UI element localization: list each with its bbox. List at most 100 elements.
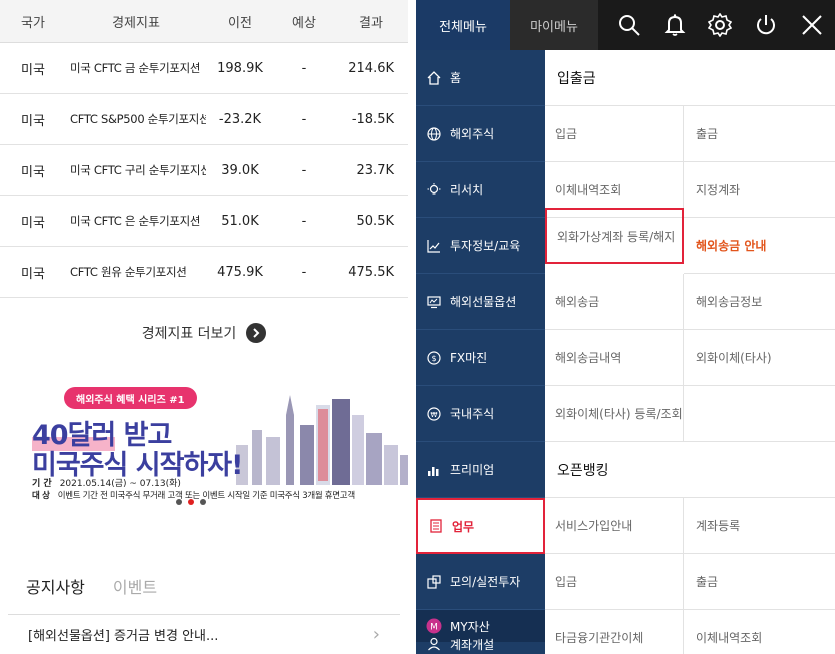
tab-notices[interactable]: 공지사항 (26, 574, 85, 598)
search-icon[interactable] (614, 10, 644, 40)
previous-cell: 198.9K (217, 60, 263, 76)
header-previous: 이전 (228, 15, 252, 31)
result-cell: 214.6K (348, 60, 394, 76)
svg-text:M: M (430, 623, 438, 633)
promo-banner[interactable]: 해외주식 혜택 시리즈 #1 40달러 받고 미국주식 시작하자! 기 간 202… (0, 375, 408, 535)
table-row[interactable]: 미국 미국 CFTC 은 순투기포지션 51.0K - 50.5K (0, 196, 408, 247)
tab-my-menu[interactable]: 마이메뉴 (510, 0, 598, 50)
target-label: 대 상 (32, 491, 50, 501)
sidebar-item-label: 리서치 (450, 183, 484, 197)
notice-tabs: 공지사항 이벤트 (0, 568, 408, 604)
indicator-cell: CFTC 원유 순투기포지션 (70, 265, 187, 279)
tab-events[interactable]: 이벤트 (113, 574, 157, 598)
menu-item-ob-transfer-history[interactable]: 이체내역조회 (684, 610, 835, 654)
menu-item-overseas-remit[interactable]: 해외송금 (545, 274, 684, 330)
section-title-deposit-withdraw: 입출금 (545, 50, 835, 106)
menu-topbar: 전체메뉴 마이메뉴 (416, 0, 835, 50)
country-cell: 미국 (21, 113, 45, 129)
economic-indicators-panel: 국가 경제지표 이전 예상 결과 미국 미국 CFTC 금 순투기포지션 198… (0, 0, 408, 654)
svg-text:₩: ₩ (431, 411, 438, 419)
table-row[interactable]: 미국 미국 CFTC 금 순투기포지션 198.9K - 214.6K (0, 43, 408, 94)
menu-item-designated-account[interactable]: 지정계좌 (684, 162, 835, 218)
sidebar-item-mock-investment[interactable]: 모의/실전투자 (416, 554, 545, 610)
carousel-dots (176, 499, 206, 505)
topbar-icons (606, 0, 835, 50)
previous-cell: 39.0K (221, 162, 259, 178)
notice-title: [해외선물옵션] 증거금 변경 안내... (28, 629, 219, 644)
more-indicators-link[interactable]: 경제지표 더보기 (0, 315, 408, 351)
menu-sidebar: 홈 해외주식 리서치 투자정보/교육 해외선물옵션 $ FX마진 ₩ 국내주식 … (416, 50, 545, 654)
table-row[interactable]: 미국 CFTC 원유 순투기포지션 475.9K - 475.5K (0, 247, 408, 298)
menu-item-overseas-remit-guide[interactable]: 해외송금 안내 (684, 218, 835, 274)
user-icon (426, 636, 442, 652)
country-cell: 미국 (21, 266, 45, 282)
result-cell: 475.5K (348, 264, 394, 280)
bulb-icon (426, 182, 442, 198)
sidebar-item-label: 프리미엄 (450, 463, 495, 477)
sidebar-item-overseas-futures[interactable]: 해외선물옵션 (416, 274, 545, 330)
indicator-cell: 미국 CFTC 금 순투기포지션 (70, 61, 201, 75)
header-result: 결과 (359, 15, 383, 31)
carousel-dot-active[interactable] (188, 499, 194, 505)
close-icon[interactable] (797, 10, 827, 40)
sidebar-item-business[interactable]: 업무 (416, 498, 545, 554)
monitor-icon (426, 294, 442, 310)
target-value: 이벤트 기간 전 미국주식 무거래 고객 또는 이벤트 시작일 기준 미국주식 … (57, 491, 355, 501)
indicator-table-header: 국가 경제지표 이전 예상 결과 (0, 0, 408, 43)
sidebar-item-investment-info[interactable]: 투자정보/교육 (416, 218, 545, 274)
sidebar-item-open-account[interactable]: 계좌개설 (416, 634, 545, 654)
sidebar-item-fx-margin[interactable]: $ FX마진 (416, 330, 545, 386)
menu-item-register-account[interactable]: 계좌등록 (684, 498, 835, 554)
globe-icon (426, 126, 442, 142)
gear-icon[interactable] (705, 10, 735, 40)
header-country: 국가 (21, 15, 45, 31)
sidebar-item-premium[interactable]: 프리미엄 (416, 442, 545, 498)
sidebar-item-label: MY자산 (450, 619, 490, 634)
expected-cell: - (301, 111, 307, 127)
section-title-open-banking: 오픈뱅킹 (545, 442, 835, 498)
sidebar-item-label: 업무 (452, 519, 475, 534)
sidebar-item-home[interactable]: 홈 (416, 50, 545, 106)
menu-item-deposit[interactable]: 입금 (545, 106, 684, 162)
menu-item-inter-bank-transfer[interactable]: 타금융기관간이체 (545, 610, 684, 654)
result-cell: 50.5K (356, 213, 394, 229)
won-icon: ₩ (426, 406, 442, 422)
bell-icon[interactable] (660, 10, 690, 40)
country-cell: 미국 (21, 164, 45, 180)
expected-cell: - (301, 213, 307, 229)
indicator-cell: 미국 CFTC 구리 순투기포지션 (70, 163, 206, 177)
period-value: 2021.05.14(금) ~ 07.13(화) (59, 479, 181, 489)
power-icon[interactable] (751, 10, 781, 40)
sidebar-item-label: 해외선물옵션 (450, 295, 517, 309)
previous-cell: 51.0K (221, 213, 259, 229)
list-item[interactable]: [해외선물옵션] 증거금 변경 안내... › (8, 614, 400, 654)
menu-item-ob-withdraw[interactable]: 출금 (684, 554, 835, 610)
chevron-right-icon: › (372, 624, 380, 645)
header-expected: 예상 (292, 15, 316, 31)
sidebar-item-research[interactable]: 리서치 (416, 162, 545, 218)
sidebar-item-label: 홈 (450, 71, 462, 85)
carousel-dot[interactable] (176, 499, 182, 505)
sidebar-item-overseas-stock[interactable]: 해외주식 (416, 106, 545, 162)
menu-item-overseas-remit-info[interactable]: 해외송금정보 (684, 274, 835, 330)
menu-item-empty (684, 386, 835, 442)
result-cell: -18.5K (351, 111, 394, 127)
previous-cell: -23.2K (218, 111, 262, 127)
menu-item-ob-deposit[interactable]: 입금 (545, 554, 684, 610)
menu-item-withdraw[interactable]: 출금 (684, 106, 835, 162)
country-cell: 미국 (21, 62, 45, 78)
menu-item-overseas-remit-history[interactable]: 해외송금내역 (545, 330, 684, 386)
menu-item-fx-transfer-register[interactable]: 외화이체(타사) 등록/조회 (545, 386, 684, 442)
menu-item-fx-virtual-account[interactable]: 외화가상계좌 등록/해지 (545, 208, 684, 264)
table-row[interactable]: 미국 미국 CFTC 구리 순투기포지션 39.0K - 23.7K (0, 145, 408, 196)
table-row[interactable]: 미국 CFTC S&P500 순투기포지션 -23.2K - -18.5K (0, 94, 408, 145)
menu-item-fx-transfer-other[interactable]: 외화이체(타사) (684, 330, 835, 386)
sidebar-item-label: 모의/실전투자 (450, 575, 521, 589)
tab-full-menu[interactable]: 전체메뉴 (416, 0, 510, 50)
menu-item-service-signup[interactable]: 서비스가입안내 (545, 498, 684, 554)
carousel-dot[interactable] (200, 499, 206, 505)
previous-cell: 475.9K (217, 264, 263, 280)
expected-cell: - (301, 162, 307, 178)
sidebar-item-domestic-stock[interactable]: ₩ 국내주식 (416, 386, 545, 442)
chart-icon (426, 238, 442, 254)
